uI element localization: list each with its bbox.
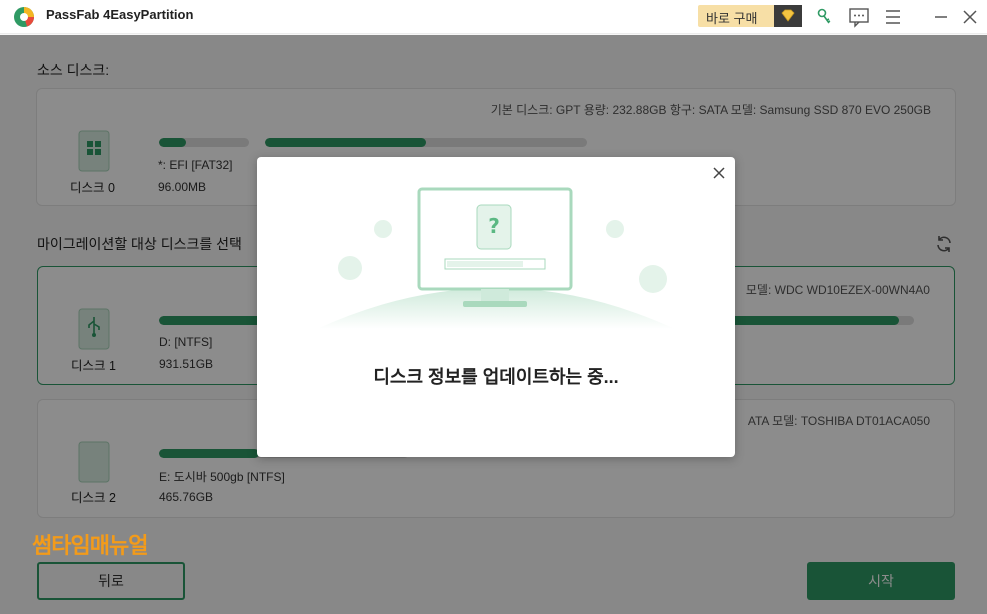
app-title: PassFab 4EasyPartition bbox=[46, 7, 194, 22]
title-bar: PassFab 4EasyPartition 바로 구매 bbox=[0, 0, 987, 34]
diamond-icon bbox=[774, 5, 802, 27]
svg-text:?: ? bbox=[488, 214, 500, 238]
key-icon[interactable] bbox=[814, 6, 836, 28]
buy-now-label: 바로 구매 bbox=[706, 11, 758, 26]
feedback-icon[interactable] bbox=[848, 6, 870, 28]
close-icon[interactable] bbox=[959, 6, 981, 28]
app-logo-icon bbox=[14, 7, 34, 27]
buy-now-button[interactable]: 바로 구매 bbox=[698, 5, 802, 27]
disk-update-illustration: ? bbox=[317, 187, 675, 329]
dialog-message: 디스크 정보를 업데이트하는 중... bbox=[373, 367, 619, 387]
minimize-icon[interactable] bbox=[930, 6, 952, 28]
watermark-text: 썸타임매뉴얼 bbox=[32, 534, 148, 559]
menu-icon[interactable] bbox=[882, 6, 904, 28]
updating-dialog: ? 디스크 정보를 업데이트하는 중... bbox=[257, 157, 735, 457]
app-window: PassFab 4EasyPartition 바로 구매 소스 디스크: 기본 … bbox=[0, 0, 987, 614]
